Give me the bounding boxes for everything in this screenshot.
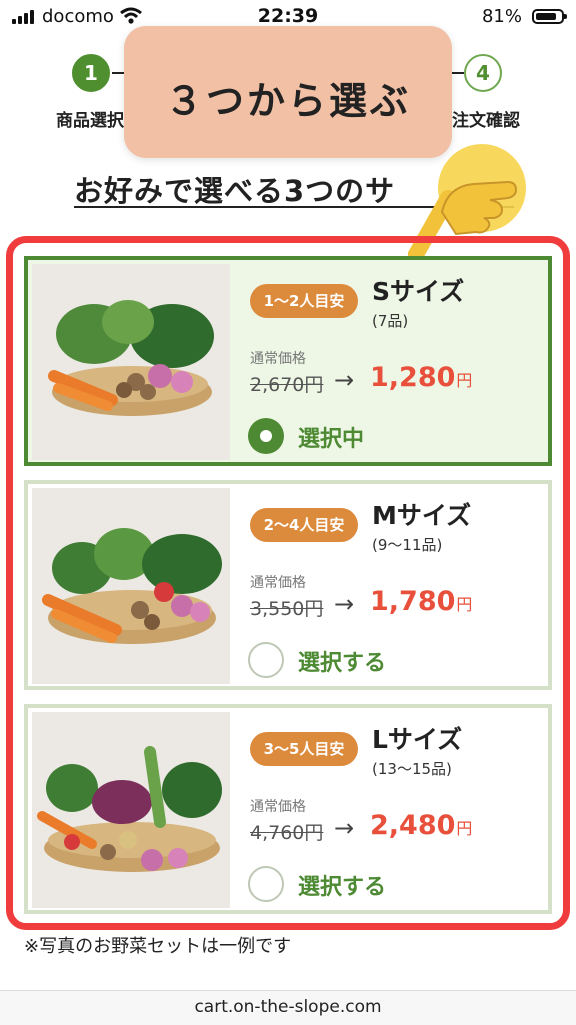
plan-size-name: Lサイズ [372, 725, 463, 754]
servings-badge: 3〜5人目安 [250, 732, 358, 766]
sale-price: 1,280円 [370, 362, 473, 393]
photo-disclaimer: ※写真のお野菜セットは一例です [24, 936, 292, 957]
plan-size-name: Sサイズ [372, 277, 465, 306]
step-1-label: 商品選択 [56, 111, 124, 131]
radio-unselected[interactable] [248, 642, 284, 678]
yen-unit: 円 [456, 819, 473, 838]
arrow-icon: → [334, 590, 355, 618]
regular-price: 4,760円 [250, 822, 324, 844]
plan-card-m[interactable]: 2〜4人目安 Mサイズ (9〜11品) 通常価格 3,550円 → 1,780円… [24, 480, 552, 690]
servings-badge: 2〜4人目安 [250, 508, 358, 542]
browser-url-bar[interactable]: cart.on-the-slope.com [0, 990, 576, 1025]
radio-label[interactable]: 選択する [298, 869, 386, 901]
radio-selected[interactable] [248, 418, 284, 454]
step-connector [452, 72, 464, 74]
arrow-icon: → [334, 814, 355, 842]
item-count: (7品) [372, 312, 409, 330]
plan-card-l[interactable]: 3〜5人目安 Lサイズ (13〜15品) 通常価格 4,760円 → 2,480… [24, 704, 552, 914]
regular-price-label: 通常価格 [250, 575, 306, 591]
plan-card-s[interactable]: 1〜2人目安 Sサイズ (7品) 通常価格 2,670円 → 1,280円 選択… [24, 256, 552, 466]
sale-price: 1,780円 [370, 586, 473, 617]
step-connector [112, 72, 124, 74]
sale-price: 2,480円 [370, 810, 473, 841]
regular-price: 3,550円 [250, 598, 324, 620]
regular-price: 2,670円 [250, 374, 324, 396]
vegetable-basket-image [32, 264, 230, 460]
plan-size-name: Mサイズ [372, 501, 472, 530]
step-1-indicator: 1 [72, 54, 110, 92]
radio-label[interactable]: 選択する [298, 645, 386, 677]
yen-unit: 円 [456, 595, 473, 614]
regular-price-label: 通常価格 [250, 799, 306, 815]
callout-text: ３つから選ぶ [164, 79, 411, 123]
vegetable-basket-image [32, 712, 230, 908]
url-text: cart.on-the-slope.com [194, 997, 382, 1017]
step-4-indicator: 4 [464, 54, 502, 92]
yen-unit: 円 [456, 371, 473, 390]
callout-banner: ３つから選ぶ [124, 26, 452, 158]
radio-label[interactable]: 選択中 [298, 421, 364, 453]
regular-price-label: 通常価格 [250, 351, 306, 367]
item-count: (13〜15品) [372, 760, 452, 778]
step-4-label: 注文確認 [452, 111, 520, 131]
battery-percent: 81% [481, 6, 522, 27]
item-count: (9〜11品) [372, 536, 443, 554]
section-title: お好みで選べる3つのサ [74, 174, 396, 208]
vegetable-basket-image [32, 488, 230, 684]
battery-icon [532, 9, 567, 24]
arrow-icon: → [334, 366, 355, 394]
radio-unselected[interactable] [248, 866, 284, 902]
servings-badge: 1〜2人目安 [250, 284, 358, 318]
